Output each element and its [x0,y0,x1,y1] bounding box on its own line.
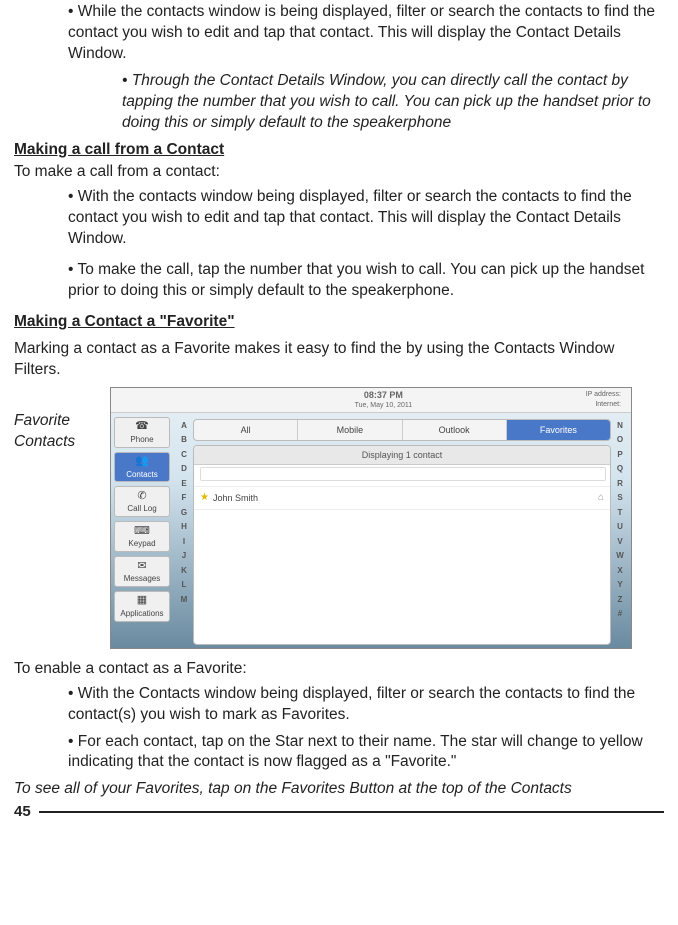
alpha-index-left[interactable]: A B C D E F G H I J K L M [177,419,191,645]
alpha-letter[interactable]: Z [613,593,627,608]
alpha-letter[interactable]: K [177,564,191,579]
tab-all[interactable]: All [194,420,298,440]
alpha-letter[interactable]: L [177,578,191,593]
alpha-letter[interactable]: R [613,477,627,492]
calllog-icon: ✆ [133,489,151,503]
tab-outlook[interactable]: Outlook [403,420,507,440]
alpha-index-right[interactable]: N O P Q R S T U V W X Y Z # [613,419,627,645]
sidebar-item-calllog[interactable]: ✆ Call Log [114,486,170,517]
sidebar-item-label: Phone [130,435,153,446]
status-bar: 08:37 PM Tue, May 10, 2011 IP address: I… [111,388,631,413]
search-row[interactable] [194,465,610,487]
page-number: 45 [14,802,31,822]
internet-label: Internet: [586,400,621,409]
sidebar-item-contacts[interactable]: 👥 Contacts [114,452,170,483]
alpha-letter[interactable]: M [177,593,191,608]
ip-label: IP address: [586,390,621,399]
alpha-letter[interactable]: P [613,448,627,463]
alpha-letter[interactable]: D [177,462,191,477]
messages-icon: ✉ [133,559,151,573]
contacts-icon: 👥 [133,455,151,469]
tab-mobile[interactable]: Mobile [298,420,402,440]
alpha-letter[interactable]: E [177,477,191,492]
status-date: Tue, May 10, 2011 [181,401,586,410]
sidebar-item-messages[interactable]: ✉ Messages [114,556,170,587]
alpha-letter[interactable]: O [613,433,627,448]
alpha-letter[interactable]: I [177,535,191,550]
alpha-letter[interactable]: J [177,549,191,564]
keypad-icon: ⌨ [133,524,151,538]
filter-tabs: All Mobile Outlook Favorites [193,419,611,441]
bullet-item: • To make the call, tap the number that … [68,260,664,302]
sidebar-item-label: Keypad [128,539,155,550]
alpha-letter[interactable]: H [177,520,191,535]
intro-text: To enable a contact as a Favorite: [14,659,664,680]
alpha-letter[interactable]: V [613,535,627,550]
home-icon[interactable]: ⌂ [598,491,604,505]
sidebar-item-label: Messages [124,574,160,585]
sub-bullet-item: • Through the Contact Details Window, yo… [122,71,664,134]
sidebar-item-keypad[interactable]: ⌨ Keypad [114,521,170,552]
alpha-letter[interactable]: Q [613,462,627,477]
phone-icon: ☎ [133,420,151,434]
apps-icon: ▦ [133,594,151,608]
alpha-letter[interactable]: B [177,433,191,448]
heading-making-call: Making a call from a Contact [14,140,664,161]
contact-list: Displaying 1 contact ★ John Smith ⌂ [193,445,611,645]
alpha-letter[interactable]: T [613,506,627,521]
heading-favorite: Making a Contact a "Favorite" [14,312,664,333]
alpha-letter[interactable]: S [613,491,627,506]
footer-rule [39,811,664,813]
sidebar-item-label: Call Log [127,504,156,515]
sidebar-item-label: Contacts [126,470,158,481]
sidebar: ☎ Phone 👥 Contacts ✆ Call Log ⌨ Keypad [111,413,173,649]
sidebar-item-phone[interactable]: ☎ Phone [114,417,170,448]
alpha-letter[interactable]: W [613,549,627,564]
alpha-letter[interactable]: U [613,520,627,535]
screenshot-favorites: 08:37 PM Tue, May 10, 2011 IP address: I… [110,387,632,649]
star-icon[interactable]: ★ [200,491,209,505]
list-header: Displaying 1 contact [194,446,610,465]
intro-text: Marking a contact as a Favorite makes it… [14,339,664,381]
alpha-letter[interactable]: Y [613,578,627,593]
alpha-letter[interactable]: C [177,448,191,463]
figure-label: Favorite Contacts [14,387,102,453]
list-item[interactable]: ★ John Smith ⌂ [194,487,610,510]
contact-name: John Smith [213,492,258,504]
tab-favorites[interactable]: Favorites [507,420,610,440]
alpha-letter[interactable]: # [613,607,627,622]
intro-text: To make a call from a contact: [14,162,664,183]
bullet-item: • While the contacts window is being dis… [68,2,664,65]
alpha-letter[interactable]: G [177,506,191,521]
alpha-letter[interactable]: F [177,491,191,506]
bullet-item: • With the contacts window being display… [68,187,664,250]
bullet-item: • With the Contacts window being display… [68,684,664,726]
sidebar-item-label: Applications [120,609,163,620]
alpha-letter[interactable]: N [613,419,627,434]
status-time: 08:37 PM [181,389,586,401]
footnote: To see all of your Favorites, tap on the… [14,779,664,800]
sidebar-item-applications[interactable]: ▦ Applications [114,591,170,622]
bullet-item: • For each contact, tap on the Star next… [68,732,664,774]
alpha-letter[interactable]: A [177,419,191,434]
alpha-letter[interactable]: X [613,564,627,579]
